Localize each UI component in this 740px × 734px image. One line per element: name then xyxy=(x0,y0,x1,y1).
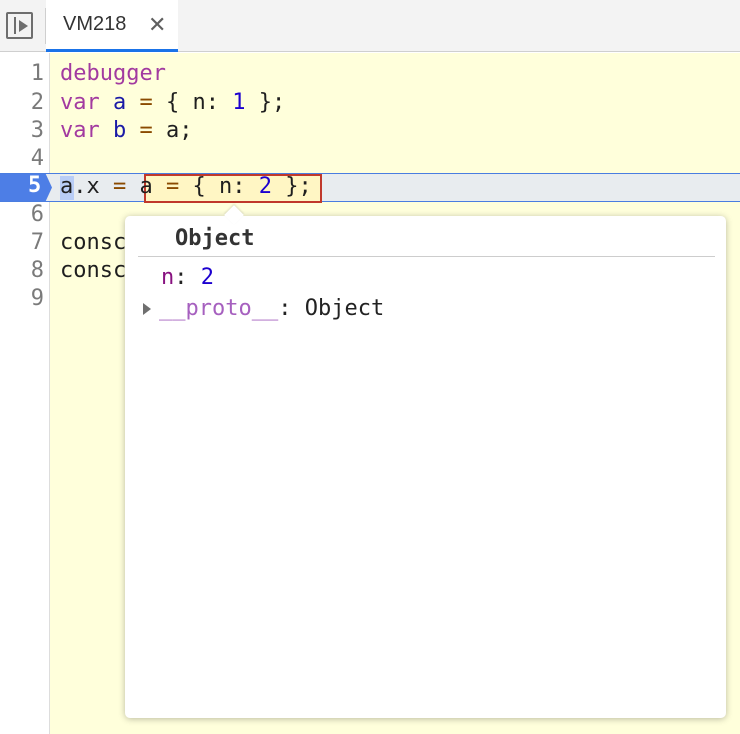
line-number[interactable]: 3 xyxy=(0,118,44,143)
line-number[interactable]: 4 xyxy=(0,146,44,171)
operator: = xyxy=(139,118,153,143)
close-icon[interactable]: ✕ xyxy=(148,12,166,38)
colon: : xyxy=(278,296,305,321)
punctuation: ; xyxy=(298,174,312,199)
property-value: 2 xyxy=(200,265,214,290)
property-row-proto[interactable]: __proto__: Object xyxy=(159,296,384,321)
toggle-navigator-button[interactable] xyxy=(6,12,33,39)
property-key: __proto__ xyxy=(159,296,279,321)
line-number[interactable]: 9 xyxy=(0,286,44,311)
code-line-2: var a = { n: 1 }; xyxy=(60,90,285,115)
play-triangle-icon xyxy=(19,20,28,32)
tab-bar: VM218 ✕ xyxy=(0,0,740,52)
property: x xyxy=(86,174,100,199)
keyword: var xyxy=(60,118,100,143)
breakpoint-line-number: 5 xyxy=(28,173,42,198)
punctuation: . xyxy=(73,174,87,199)
property-key: n xyxy=(161,265,175,290)
tab-title: VM218 xyxy=(63,13,127,35)
line-number[interactable]: 2 xyxy=(0,90,44,115)
colon: : xyxy=(174,265,201,290)
operator: = xyxy=(139,90,153,115)
punctuation: }; xyxy=(258,90,286,115)
line-number[interactable]: 7 xyxy=(0,230,44,255)
breakpoint-marker[interactable]: 5 xyxy=(0,174,52,201)
punctuation: { n: xyxy=(166,90,219,115)
punctuation: } xyxy=(285,174,299,199)
code-line-8: consc xyxy=(60,258,127,283)
popover-title: Object xyxy=(175,226,255,251)
identifier: a xyxy=(60,174,74,199)
line-number[interactable]: 8 xyxy=(0,258,44,283)
panel-divider-icon xyxy=(14,17,16,34)
line-number[interactable]: 1 xyxy=(0,61,44,86)
property-value: Object xyxy=(304,296,385,321)
operator: = xyxy=(113,174,127,199)
tab-vm218[interactable]: VM218 ✕ xyxy=(46,0,178,52)
code-line-7: consc xyxy=(60,230,127,255)
operator: = xyxy=(166,174,180,199)
code-line-5: a.x = a = { n: 2 }; xyxy=(60,174,312,199)
code-line-3: var b = a; xyxy=(60,118,193,143)
number: 2 xyxy=(258,174,272,199)
variable: a xyxy=(113,90,127,115)
property-row-n: n: 2 xyxy=(161,265,214,290)
identifier: a; xyxy=(166,118,193,143)
expand-triangle-icon[interactable] xyxy=(143,303,151,315)
identifier[interactable]: a xyxy=(140,174,153,199)
variable: b xyxy=(113,118,127,143)
popover-divider xyxy=(138,256,715,257)
line-number[interactable]: 6 xyxy=(0,202,44,227)
punctuation: { n: xyxy=(192,174,246,199)
number: 1 xyxy=(232,90,246,115)
object-preview-popover: Object n: 2 __proto__: Object xyxy=(125,205,726,718)
code-line-1: debugger xyxy=(60,61,166,86)
keyword: var xyxy=(60,90,100,115)
keyword: debugger xyxy=(60,61,166,86)
